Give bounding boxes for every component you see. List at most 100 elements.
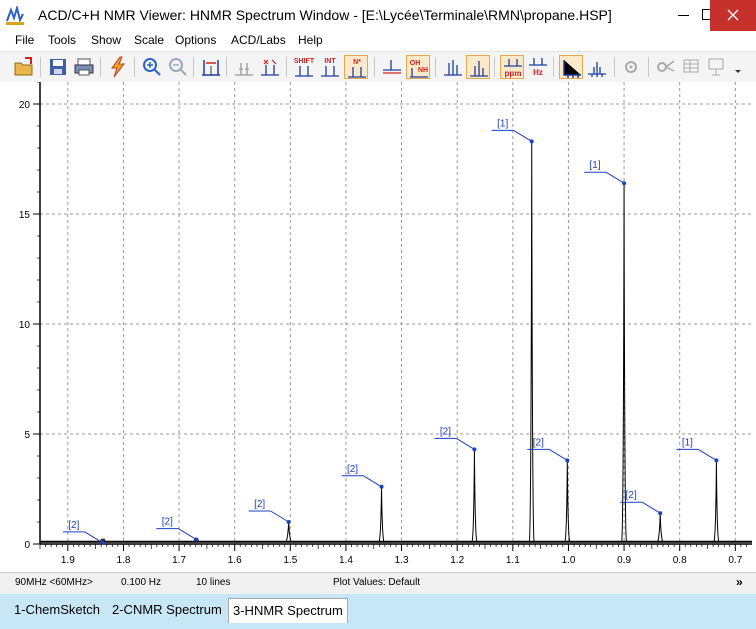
multiplet-icon <box>261 59 279 76</box>
baseline-icon <box>383 60 401 74</box>
zoom-in-button[interactable] <box>140 55 164 79</box>
axis-icon <box>563 60 581 78</box>
svg-text:N*: N* <box>353 59 361 66</box>
menu-help[interactable]: Help <box>298 33 323 47</box>
x-tick-label: 0.7 <box>728 555 742 566</box>
status-bar: 90MHz <60MHz> 0.100 Hz 10 lines Plot Val… <box>0 572 756 594</box>
spectrum-button[interactable] <box>466 55 490 79</box>
multiplet-button[interactable] <box>258 55 282 79</box>
peak-label: [1] <box>497 118 508 129</box>
svg-text:INT: INT <box>324 58 336 65</box>
tab-hnmr-spectrum[interactable]: 3-HNMR Spectrum <box>228 598 348 623</box>
nh-count-icon: N* <box>348 59 366 78</box>
structure-tool-button[interactable] <box>654 55 678 79</box>
gear-icon <box>625 61 637 73</box>
svg-text:ppm: ppm <box>505 69 522 78</box>
peak-line <box>378 486 385 542</box>
menu-scale[interactable]: Scale <box>134 33 164 47</box>
assign-tool-button[interactable] <box>706 55 730 79</box>
y-tick-label: 10 <box>19 320 31 331</box>
peak-line <box>564 460 571 542</box>
peak-leader <box>641 501 661 514</box>
x-tick-label: 1.7 <box>172 555 186 566</box>
x-tick-label: 1.0 <box>561 555 575 566</box>
x-tick-label: 1.2 <box>450 555 464 566</box>
peak-label: [2] <box>162 517 173 528</box>
ppm-button[interactable]: ppm <box>500 55 524 79</box>
peaks: [2] [2] [2] [2] [2] [1] [2] [1] [2] [1] <box>40 118 752 545</box>
peak-line <box>713 460 720 542</box>
peak-tool-button[interactable] <box>232 55 256 79</box>
integration-button[interactable]: INT <box>318 55 342 79</box>
status-resolution: 0.100 Hz <box>121 577 162 588</box>
window-title: ACD/C+H NMR Viewer: HNMR Spectrum Window… <box>38 7 612 23</box>
peak-line <box>621 183 627 542</box>
menu-file[interactable]: File <box>15 33 34 47</box>
grid <box>40 82 752 544</box>
lines-button[interactable] <box>441 55 465 79</box>
peak-leader <box>178 528 197 541</box>
molecule-icon <box>657 60 675 72</box>
peak-leader <box>270 510 289 523</box>
full-width-button[interactable] <box>199 55 223 79</box>
spectrum-chart[interactable]: 1.9 1.8 1.7 1.6 1.5 1.4 1.3 1.2 1.1 1.0 0.9 0.8 0.7 0… <box>0 82 756 572</box>
x-tick-label: 1.4 <box>339 555 353 566</box>
tab-chemsketch[interactable]: 1-ChemSketch <box>14 598 100 622</box>
menu-tools[interactable]: Tools <box>48 33 76 47</box>
close-button[interactable] <box>710 0 756 31</box>
peak-leader <box>456 437 475 450</box>
hz-button[interactable]: Hz <box>526 55 550 79</box>
svg-text:SHIFT: SHIFT <box>294 58 315 65</box>
status-lines: 10 lines <box>196 577 231 588</box>
peak-line <box>657 513 664 542</box>
multiplicity-button[interactable]: N* <box>344 55 368 79</box>
x-tick-label: 1.9 <box>61 555 75 566</box>
oh-nh-icon: OHNH <box>410 60 428 78</box>
toolbar-overflow-button[interactable] <box>731 55 745 79</box>
x-tick-label: 1.1 <box>506 555 520 566</box>
save-icon <box>50 59 66 75</box>
lines-icon <box>444 60 462 76</box>
status-field: 90MHz <60MHz> <box>15 577 93 588</box>
y-tick-label: 20 <box>19 100 31 111</box>
open-button[interactable] <box>12 55 36 79</box>
title-bar[interactable]: ACD/C+H NMR Viewer: HNMR Spectrum Window… <box>0 0 756 31</box>
print-button[interactable] <box>72 55 96 79</box>
peak-label: [2] <box>440 426 451 437</box>
y-tick-label: 0 <box>24 540 30 551</box>
zoom-in-icon <box>143 58 161 76</box>
menu-options[interactable]: Options <box>175 33 216 47</box>
settings-button[interactable] <box>620 55 644 79</box>
peak-line <box>285 521 292 542</box>
process-button[interactable] <box>106 55 130 79</box>
status-more-button[interactable]: » <box>736 575 743 589</box>
peak-label: [2] <box>626 490 637 501</box>
baseline-button[interactable] <box>380 55 404 79</box>
shift-button[interactable]: SHIFT <box>292 55 316 79</box>
spectrum-plot[interactable]: 1.9 1.8 1.7 1.6 1.5 1.4 1.3 1.2 1.1 1.0 0.9 0.8 0.7 0… <box>0 82 756 572</box>
svg-text:NH: NH <box>418 67 428 74</box>
peak-leader <box>363 475 382 488</box>
table-icon <box>683 59 699 73</box>
window-tabs: 1-ChemSketch 2-CNMR Spectrum 3-HNMR Spec… <box>0 594 756 629</box>
printer-icon <box>74 58 94 76</box>
save-button[interactable] <box>46 55 70 79</box>
grid-button[interactable] <box>585 55 609 79</box>
zoom-out-icon <box>169 58 187 76</box>
axis-button[interactable] <box>559 55 583 79</box>
peak-leader <box>698 448 717 461</box>
menu-show[interactable]: Show <box>91 33 121 47</box>
integration-icon: INT <box>321 58 339 77</box>
zoom-out-button[interactable] <box>166 55 190 79</box>
tab-cnmr-spectrum[interactable]: 2-CNMR Spectrum <box>112 598 222 622</box>
peak-leader <box>605 171 625 184</box>
peak-line <box>528 141 535 542</box>
table-tool-button[interactable] <box>680 55 704 79</box>
grid-icon <box>588 62 606 77</box>
menu-acdlabs[interactable]: ACD/Labs <box>231 33 286 47</box>
peak-label: [1] <box>682 437 693 448</box>
exchange-button[interactable]: OH NH <box>406 55 430 79</box>
peak-label: [2] <box>254 499 265 510</box>
x-tick-label: 0.9 <box>617 555 631 566</box>
x-tick-label: 0.8 <box>673 555 687 566</box>
